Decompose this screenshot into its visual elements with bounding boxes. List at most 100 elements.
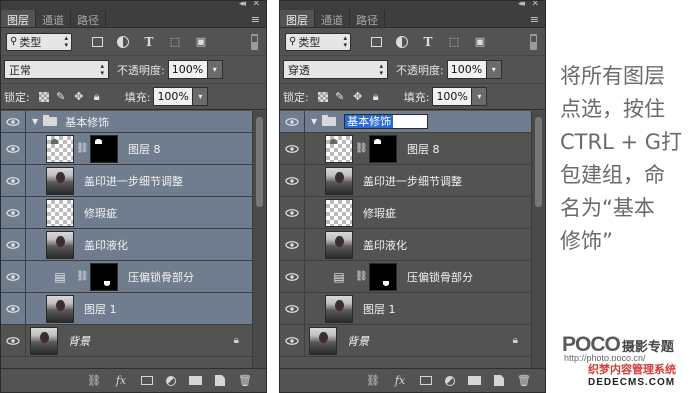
shape-filter-icon[interactable]: ⬚: [169, 35, 181, 48]
filter-kind-select[interactable]: ⚲ 类型 ▴ ▾: [6, 32, 72, 51]
layer-row[interactable]: 图层 1: [1, 293, 253, 325]
lock-all-icon[interactable]: 🔒︎: [370, 90, 382, 104]
eye-icon[interactable]: [1, 293, 26, 324]
tab-channels[interactable]: 通道: [315, 10, 350, 27]
opacity-input[interactable]: 100%: [446, 60, 487, 79]
opacity-input[interactable]: 100%: [167, 60, 208, 79]
smartobject-filter-icon[interactable]: ▣: [195, 35, 207, 48]
new-adjustment-icon[interactable]: [445, 375, 455, 386]
mask-thumbnail[interactable]: [369, 134, 397, 163]
layers-scrollbar[interactable]: [531, 111, 545, 369]
trash-icon[interactable]: 🗑︎: [517, 374, 531, 387]
fill-input[interactable]: 100%: [153, 87, 194, 106]
add-mask-icon[interactable]: [420, 376, 432, 385]
scrollbar-thumb[interactable]: [256, 117, 263, 207]
layer-row[interactable]: 盖印进一步细节调整: [280, 165, 532, 197]
layer-group-row[interactable]: ▼ 基本修饰: [280, 111, 532, 133]
type-filter-icon[interactable]: T: [422, 36, 434, 48]
layer-row[interactable]: 盖印液化: [280, 229, 532, 261]
new-group-icon[interactable]: [189, 376, 202, 385]
eye-icon[interactable]: [1, 325, 26, 356]
filter-kind-select[interactable]: ⚲ 类型 ▴ ▾: [285, 32, 351, 51]
new-layer-icon[interactable]: [494, 375, 504, 386]
layer-row[interactable]: 盖印进一步细节调整: [1, 165, 253, 197]
panel-menu-icon[interactable]: ≡: [530, 13, 539, 26]
background-layer-row[interactable]: 背景 🔒︎: [1, 325, 253, 357]
link-layers-icon[interactable]: ⛓: [366, 374, 380, 387]
layer-row[interactable]: ⛓ 图层 8: [280, 133, 532, 165]
eye-icon[interactable]: [280, 133, 305, 164]
smartobject-filter-icon[interactable]: ▣: [474, 35, 486, 48]
collapse-icon[interactable]: ◂◂: [518, 1, 525, 9]
layer-row[interactable]: 修瑕疵: [280, 197, 532, 229]
eye-icon[interactable]: [1, 165, 26, 196]
add-mask-icon[interactable]: [141, 376, 153, 385]
eye-icon[interactable]: [280, 111, 305, 132]
lock-position-icon[interactable]: ✥: [352, 90, 364, 103]
link-icon[interactable]: ⛓: [355, 271, 368, 282]
layer-group-row[interactable]: ▼ 基本修饰: [1, 111, 253, 133]
link-icon[interactable]: ⛓: [355, 143, 368, 154]
mask-thumbnail[interactable]: [90, 134, 118, 163]
opacity-dropdown[interactable]: ▾: [207, 60, 223, 79]
new-adjustment-icon[interactable]: [166, 375, 176, 386]
fill-dropdown[interactable]: ▾: [193, 87, 209, 106]
group-rename-input[interactable]: 基本修饰: [344, 114, 429, 129]
link-layers-icon[interactable]: ⛓: [87, 374, 101, 387]
tab-paths[interactable]: 路径: [71, 10, 106, 27]
eye-icon[interactable]: [280, 261, 305, 292]
eye-icon[interactable]: [280, 293, 305, 324]
lock-transparent-icon[interactable]: [317, 91, 328, 102]
layer-row[interactable]: ⛓ 图层 8: [1, 133, 253, 165]
layer-row[interactable]: 修瑕疵: [1, 197, 253, 229]
fill-input[interactable]: 100%: [432, 87, 473, 106]
pixel-filter-icon[interactable]: [92, 36, 103, 47]
tab-channels[interactable]: 通道: [36, 10, 71, 27]
blend-mode-select[interactable]: 穿透 ▴ ▾: [283, 60, 388, 79]
fx-icon[interactable]: fx: [114, 374, 128, 387]
adjustment-filter-icon[interactable]: [117, 35, 129, 48]
close-icon[interactable]: ✕: [531, 1, 539, 9]
pixel-filter-icon[interactable]: [371, 36, 382, 47]
lock-transparent-icon[interactable]: [38, 91, 49, 102]
new-group-icon[interactable]: [468, 376, 481, 385]
blend-mode-select[interactable]: 正常 ▴ ▾: [4, 60, 109, 79]
link-icon[interactable]: ⛓: [76, 143, 89, 154]
eye-icon[interactable]: [280, 229, 305, 260]
eye-icon[interactable]: [1, 133, 26, 164]
eye-icon[interactable]: [280, 325, 305, 356]
adjustment-filter-icon[interactable]: [396, 35, 408, 48]
fx-icon[interactable]: fx: [393, 374, 407, 387]
lock-pixels-icon[interactable]: ✎: [334, 90, 346, 103]
collapse-icon[interactable]: ◂◂: [239, 1, 246, 9]
eye-icon[interactable]: [280, 197, 305, 228]
lock-all-icon[interactable]: 🔒︎: [91, 90, 103, 104]
shape-filter-icon[interactable]: ⬚: [448, 35, 460, 48]
expand-arrow-icon[interactable]: ▼: [311, 117, 317, 126]
layer-row[interactable]: ▤ ⛓ 压偏锁骨部分: [280, 261, 532, 293]
layer-row[interactable]: ▤ ⛓ 压偏锁骨部分: [1, 261, 253, 293]
lock-position-icon[interactable]: ✥: [73, 90, 85, 103]
close-icon[interactable]: ✕: [252, 1, 260, 9]
link-icon[interactable]: ⛓: [76, 271, 89, 282]
eye-icon[interactable]: [1, 229, 26, 260]
tab-layers[interactable]: 图层: [1, 10, 36, 27]
lock-pixels-icon[interactable]: ✎: [55, 90, 67, 103]
opacity-dropdown[interactable]: ▾: [486, 60, 502, 79]
eye-icon[interactable]: [280, 165, 305, 196]
mask-thumbnail[interactable]: [369, 262, 397, 291]
eye-icon[interactable]: [1, 197, 26, 228]
filter-toggle[interactable]: [251, 34, 258, 50]
expand-arrow-icon[interactable]: ▼: [32, 117, 38, 126]
mask-thumbnail[interactable]: [90, 262, 118, 291]
tab-paths[interactable]: 路径: [350, 10, 385, 27]
eye-icon[interactable]: [1, 261, 26, 292]
trash-icon[interactable]: 🗑︎: [238, 374, 252, 387]
tab-layers[interactable]: 图层: [280, 10, 315, 27]
type-filter-icon[interactable]: T: [143, 36, 155, 48]
panel-menu-icon[interactable]: ≡: [251, 13, 260, 26]
layers-scrollbar[interactable]: [252, 111, 266, 369]
background-layer-row[interactable]: 背景 🔒︎: [280, 325, 532, 357]
filter-toggle[interactable]: [530, 34, 537, 50]
layer-row[interactable]: 图层 1: [280, 293, 532, 325]
